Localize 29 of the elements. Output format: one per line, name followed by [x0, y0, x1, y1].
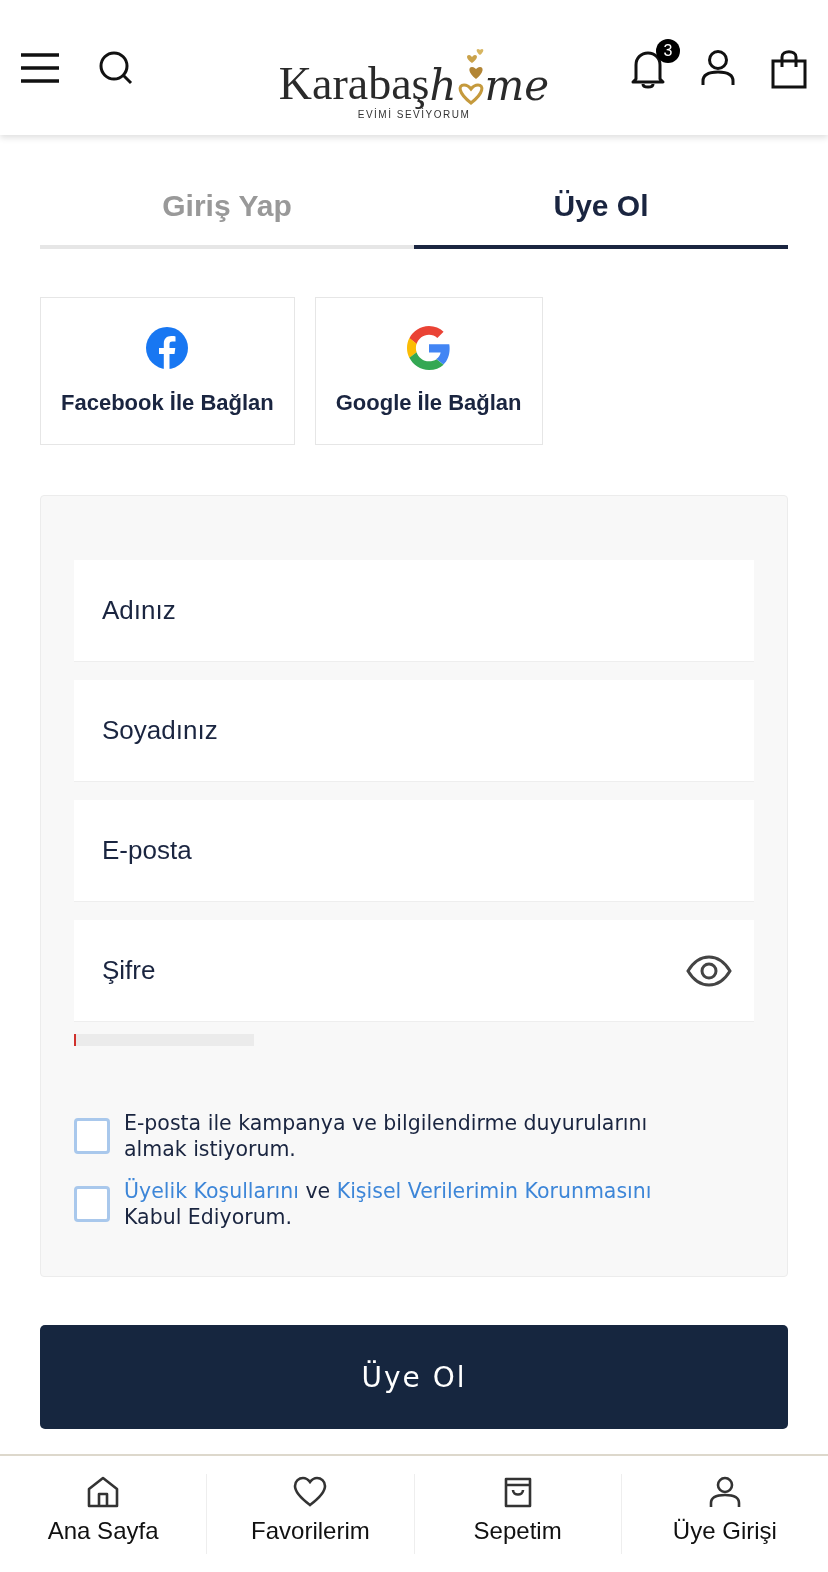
user-icon[interactable]	[700, 48, 736, 87]
user-icon	[707, 1475, 742, 1509]
logo[interactable]: Karabaşh me EVİMİ SEVİYORUM	[278, 21, 550, 120]
input-field[interactable]: Soyadınız	[74, 680, 754, 782]
consent-text: E-posta ile kampanya ve bilgilendirme duyurularını almak istiyorum.	[124, 1110, 649, 1162]
submit-button[interactable]: Üye Ol	[40, 1325, 788, 1429]
notification-badge: 3	[656, 38, 680, 63]
home-icon	[86, 1475, 121, 1509]
social-login-button[interactable]: Google İle Bağlan	[314, 297, 543, 445]
menu-icon[interactable]	[20, 52, 60, 83]
input-field[interactable]: Adınız	[74, 560, 754, 662]
checkbox[interactable]	[74, 1118, 110, 1154]
nav-item[interactable]: Üye Girişi	[620, 1474, 828, 1554]
nav-item[interactable]: Favorilerim	[206, 1474, 414, 1554]
social-login-button[interactable]: Facebook İle Bağlan	[40, 297, 295, 445]
tab[interactable]: Üye Ol	[414, 189, 788, 249]
terms-link[interactable]: Kişisel Verilerimin Korunmasını	[336, 1179, 652, 1203]
nav-item[interactable]: Sepetim	[413, 1474, 621, 1554]
search-icon[interactable]	[98, 49, 134, 86]
heart-icon	[293, 1475, 328, 1509]
eye-icon[interactable]	[686, 955, 732, 987]
google-icon	[406, 326, 451, 370]
terms-link[interactable]: Üyelik Koşullarını	[124, 1179, 299, 1203]
checkbox[interactable]	[74, 1186, 110, 1222]
nav-item[interactable]: Ana Sayfa	[0, 1474, 207, 1554]
input-field[interactable]: Şifre	[74, 920, 754, 1022]
consent-text: Üyelik Koşullarını ve Kişisel Verilerimin Korunmasını Kabul Ediyorum.	[124, 1178, 653, 1230]
facebook-icon	[145, 326, 190, 370]
input-field[interactable]: E-posta	[74, 800, 754, 902]
